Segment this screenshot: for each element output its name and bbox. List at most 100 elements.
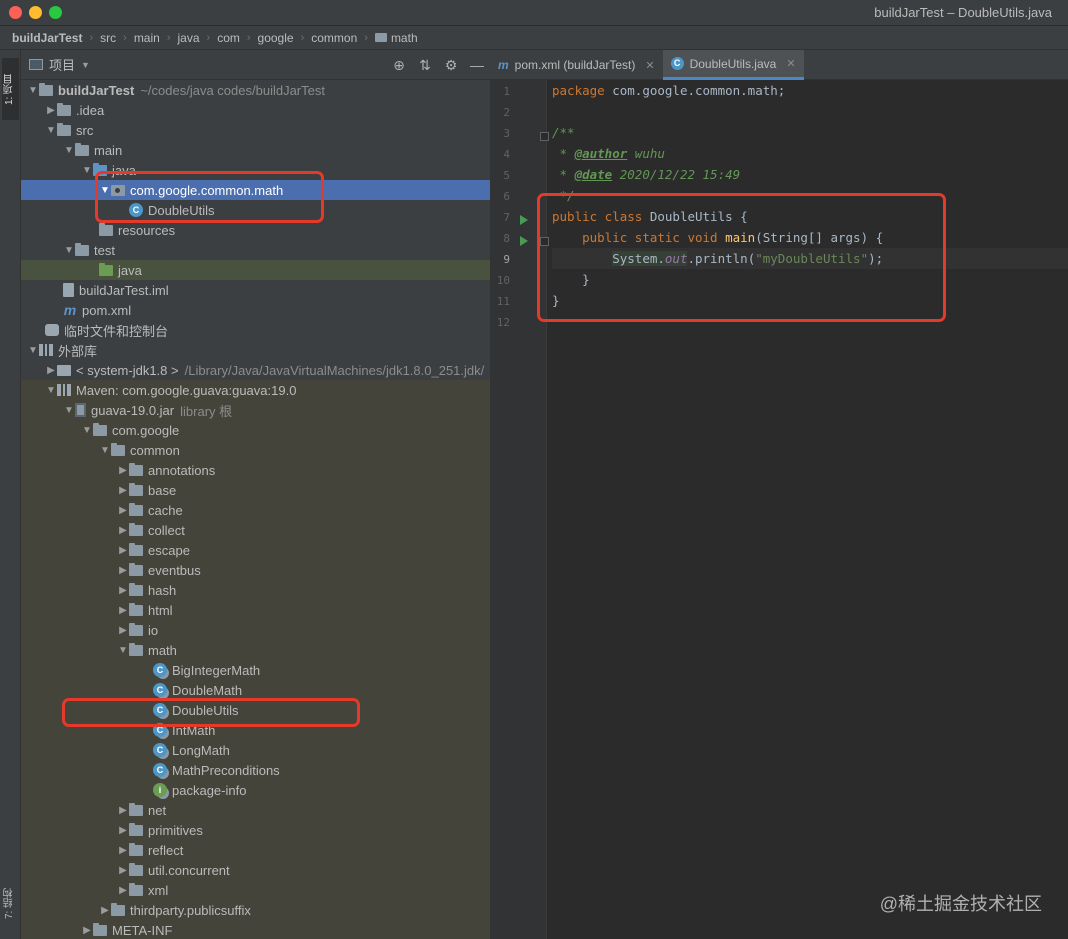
tree-item[interactable]: java [21, 260, 490, 280]
expand-arrow-icon[interactable]: ▶ [117, 545, 129, 556]
close-window-button[interactable] [9, 6, 22, 19]
tree-item[interactable]: 临时文件和控制台 [21, 320, 490, 340]
breadcrumb-item[interactable]: math [374, 31, 418, 45]
tree-item[interactable]: ▼ buildJarTest ~/codes/java codes/buildJ… [21, 80, 490, 100]
breadcrumb-item[interactable]: common [311, 31, 357, 45]
close-icon[interactable]: ✕ [645, 59, 654, 72]
expand-arrow-icon[interactable]: ▶ [99, 905, 111, 916]
tree-item[interactable]: ▼ main [21, 140, 490, 160]
tree-item[interactable]: ▼ 外部库 [21, 340, 490, 360]
expand-arrow-icon[interactable]: ▶ [81, 925, 93, 936]
run-class-icon[interactable] [520, 215, 528, 225]
tree-item[interactable]: C MathPreconditions [21, 760, 490, 780]
tab-pom-xml[interactable]: m pom.xml (buildJarTest) ✕ [490, 50, 663, 80]
tree-item[interactable]: ▶ io [21, 620, 490, 640]
fold-icon[interactable] [540, 237, 549, 246]
tree-item[interactable]: ▶ util.concurrent [21, 860, 490, 880]
expand-arrow-icon[interactable]: ▶ [117, 825, 129, 836]
expand-arrow-icon[interactable]: ▶ [117, 885, 129, 896]
tree-item[interactable]: ▼ src [21, 120, 490, 140]
tree-item[interactable]: ▶ cache [21, 500, 490, 520]
tree-item[interactable]: ▶ reflect [21, 840, 490, 860]
collapse-all-icon[interactable]: ⇅ [412, 57, 438, 74]
tree-item[interactable]: ▶ collect [21, 520, 490, 540]
tree-item[interactable]: ▶ META-INF [21, 920, 490, 939]
expand-arrow-icon[interactable]: ▼ [45, 125, 57, 136]
breadcrumb-item[interactable]: src [100, 31, 116, 45]
tree-item[interactable]: ▼ test [21, 240, 490, 260]
expand-arrow-icon[interactable]: ▼ [45, 385, 57, 396]
breadcrumb-item[interactable]: java [178, 31, 200, 45]
expand-arrow-icon[interactable]: ▶ [117, 505, 129, 516]
tree-item[interactable]: ▼ guava-19.0.jar library 根 [21, 400, 490, 420]
expand-arrow-icon[interactable]: ▼ [27, 345, 39, 356]
expand-arrow-icon[interactable]: ▼ [81, 165, 93, 176]
gear-icon[interactable]: ⚙ [438, 57, 464, 74]
tree-item[interactable]: ▶ net [21, 800, 490, 820]
tree-item[interactable]: ▼ Maven: com.google.guava:guava:19.0 [21, 380, 490, 400]
tree-item[interactable]: ▶ primitives [21, 820, 490, 840]
tree-item[interactable]: C BigIntegerMath [21, 660, 490, 680]
breadcrumb-item[interactable]: buildJarTest [12, 31, 82, 45]
tree-item[interactable]: ▶ annotations [21, 460, 490, 480]
hide-icon[interactable]: — [464, 57, 490, 73]
tab-doubleutils-java[interactable]: C DoubleUtils.java ✕ [662, 50, 804, 80]
structure-tool-tab[interactable]: 7: 结构 [2, 874, 19, 932]
expand-arrow-icon[interactable]: ▶ [117, 605, 129, 616]
tree-item[interactable]: ▶ xml [21, 880, 490, 900]
expand-arrow-icon[interactable]: ▶ [117, 525, 129, 536]
tree-item[interactable]: ▶ < system-jdk1.8 > /Library/Java/JavaVi… [21, 360, 490, 380]
tree-item[interactable]: i package-info [21, 780, 490, 800]
expand-arrow-icon[interactable]: ▼ [63, 405, 75, 416]
close-icon[interactable]: ✕ [786, 57, 795, 70]
project-tool-tab[interactable]: 1: 项目 [2, 58, 19, 120]
expand-arrow-icon[interactable]: ▼ [63, 145, 75, 156]
expand-arrow-icon[interactable]: ▶ [117, 565, 129, 576]
tree-item[interactable]: resources [21, 220, 490, 240]
tree-item[interactable]: ▼ common [21, 440, 490, 460]
minimize-window-button[interactable] [29, 6, 42, 19]
tree-item[interactable]: ▼ math [21, 640, 490, 660]
expand-arrow-icon[interactable]: ▼ [99, 185, 111, 196]
locate-icon[interactable]: ⊕ [386, 57, 412, 74]
expand-arrow-icon[interactable]: ▶ [117, 585, 129, 596]
tree-item[interactable]: m pom.xml [21, 300, 490, 320]
tree-item[interactable]: ▶ html [21, 600, 490, 620]
tree-item-selected[interactable]: ▼ com.google.common.math [21, 180, 490, 200]
breadcrumb-item[interactable]: main [134, 31, 160, 45]
tree-item[interactable]: ▶ hash [21, 580, 490, 600]
tree-item[interactable]: ▶ escape [21, 540, 490, 560]
tree-item[interactable]: C LongMath [21, 740, 490, 760]
expand-arrow-icon[interactable]: ▼ [27, 85, 39, 96]
tree-item[interactable]: C DoubleMath [21, 680, 490, 700]
expand-arrow-icon[interactable]: ▶ [45, 365, 57, 376]
zoom-window-button[interactable] [49, 6, 62, 19]
tree-item[interactable]: C IntMath [21, 720, 490, 740]
expand-arrow-icon[interactable]: ▼ [117, 645, 129, 656]
expand-arrow-icon[interactable]: ▶ [45, 105, 57, 116]
expand-arrow-icon[interactable]: ▶ [117, 625, 129, 636]
expand-arrow-icon[interactable]: ▶ [117, 465, 129, 476]
expand-arrow-icon[interactable]: ▶ [117, 845, 129, 856]
tree-item[interactable]: ▼ com.google [21, 420, 490, 440]
expand-arrow-icon[interactable]: ▼ [81, 425, 93, 436]
tree-item[interactable]: C DoubleUtils [21, 200, 490, 220]
breadcrumb-item[interactable]: google [258, 31, 294, 45]
tree-item[interactable]: ▶ eventbus [21, 560, 490, 580]
tree-item[interactable]: ▼ java [21, 160, 490, 180]
expand-arrow-icon[interactable]: ▼ [99, 445, 111, 456]
fold-icon[interactable] [540, 132, 549, 141]
tree-item[interactable]: ▶ .idea [21, 100, 490, 120]
tree-item-label: buildJarTest [58, 82, 135, 98]
run-main-icon[interactable] [520, 236, 528, 246]
expand-arrow-icon[interactable]: ▶ [117, 485, 129, 496]
expand-arrow-icon[interactable]: ▼ [63, 245, 75, 256]
expand-arrow-icon[interactable]: ▶ [117, 865, 129, 876]
project-view-selector[interactable]: 项目 ▼ [29, 55, 90, 74]
tree-item[interactable]: buildJarTest.iml [21, 280, 490, 300]
tree-item[interactable]: C DoubleUtils [21, 700, 490, 720]
tree-item[interactable]: ▶ thirdparty.publicsuffix [21, 900, 490, 920]
tree-item[interactable]: ▶ base [21, 480, 490, 500]
breadcrumb-item[interactable]: com [217, 31, 240, 45]
expand-arrow-icon[interactable]: ▶ [117, 805, 129, 816]
